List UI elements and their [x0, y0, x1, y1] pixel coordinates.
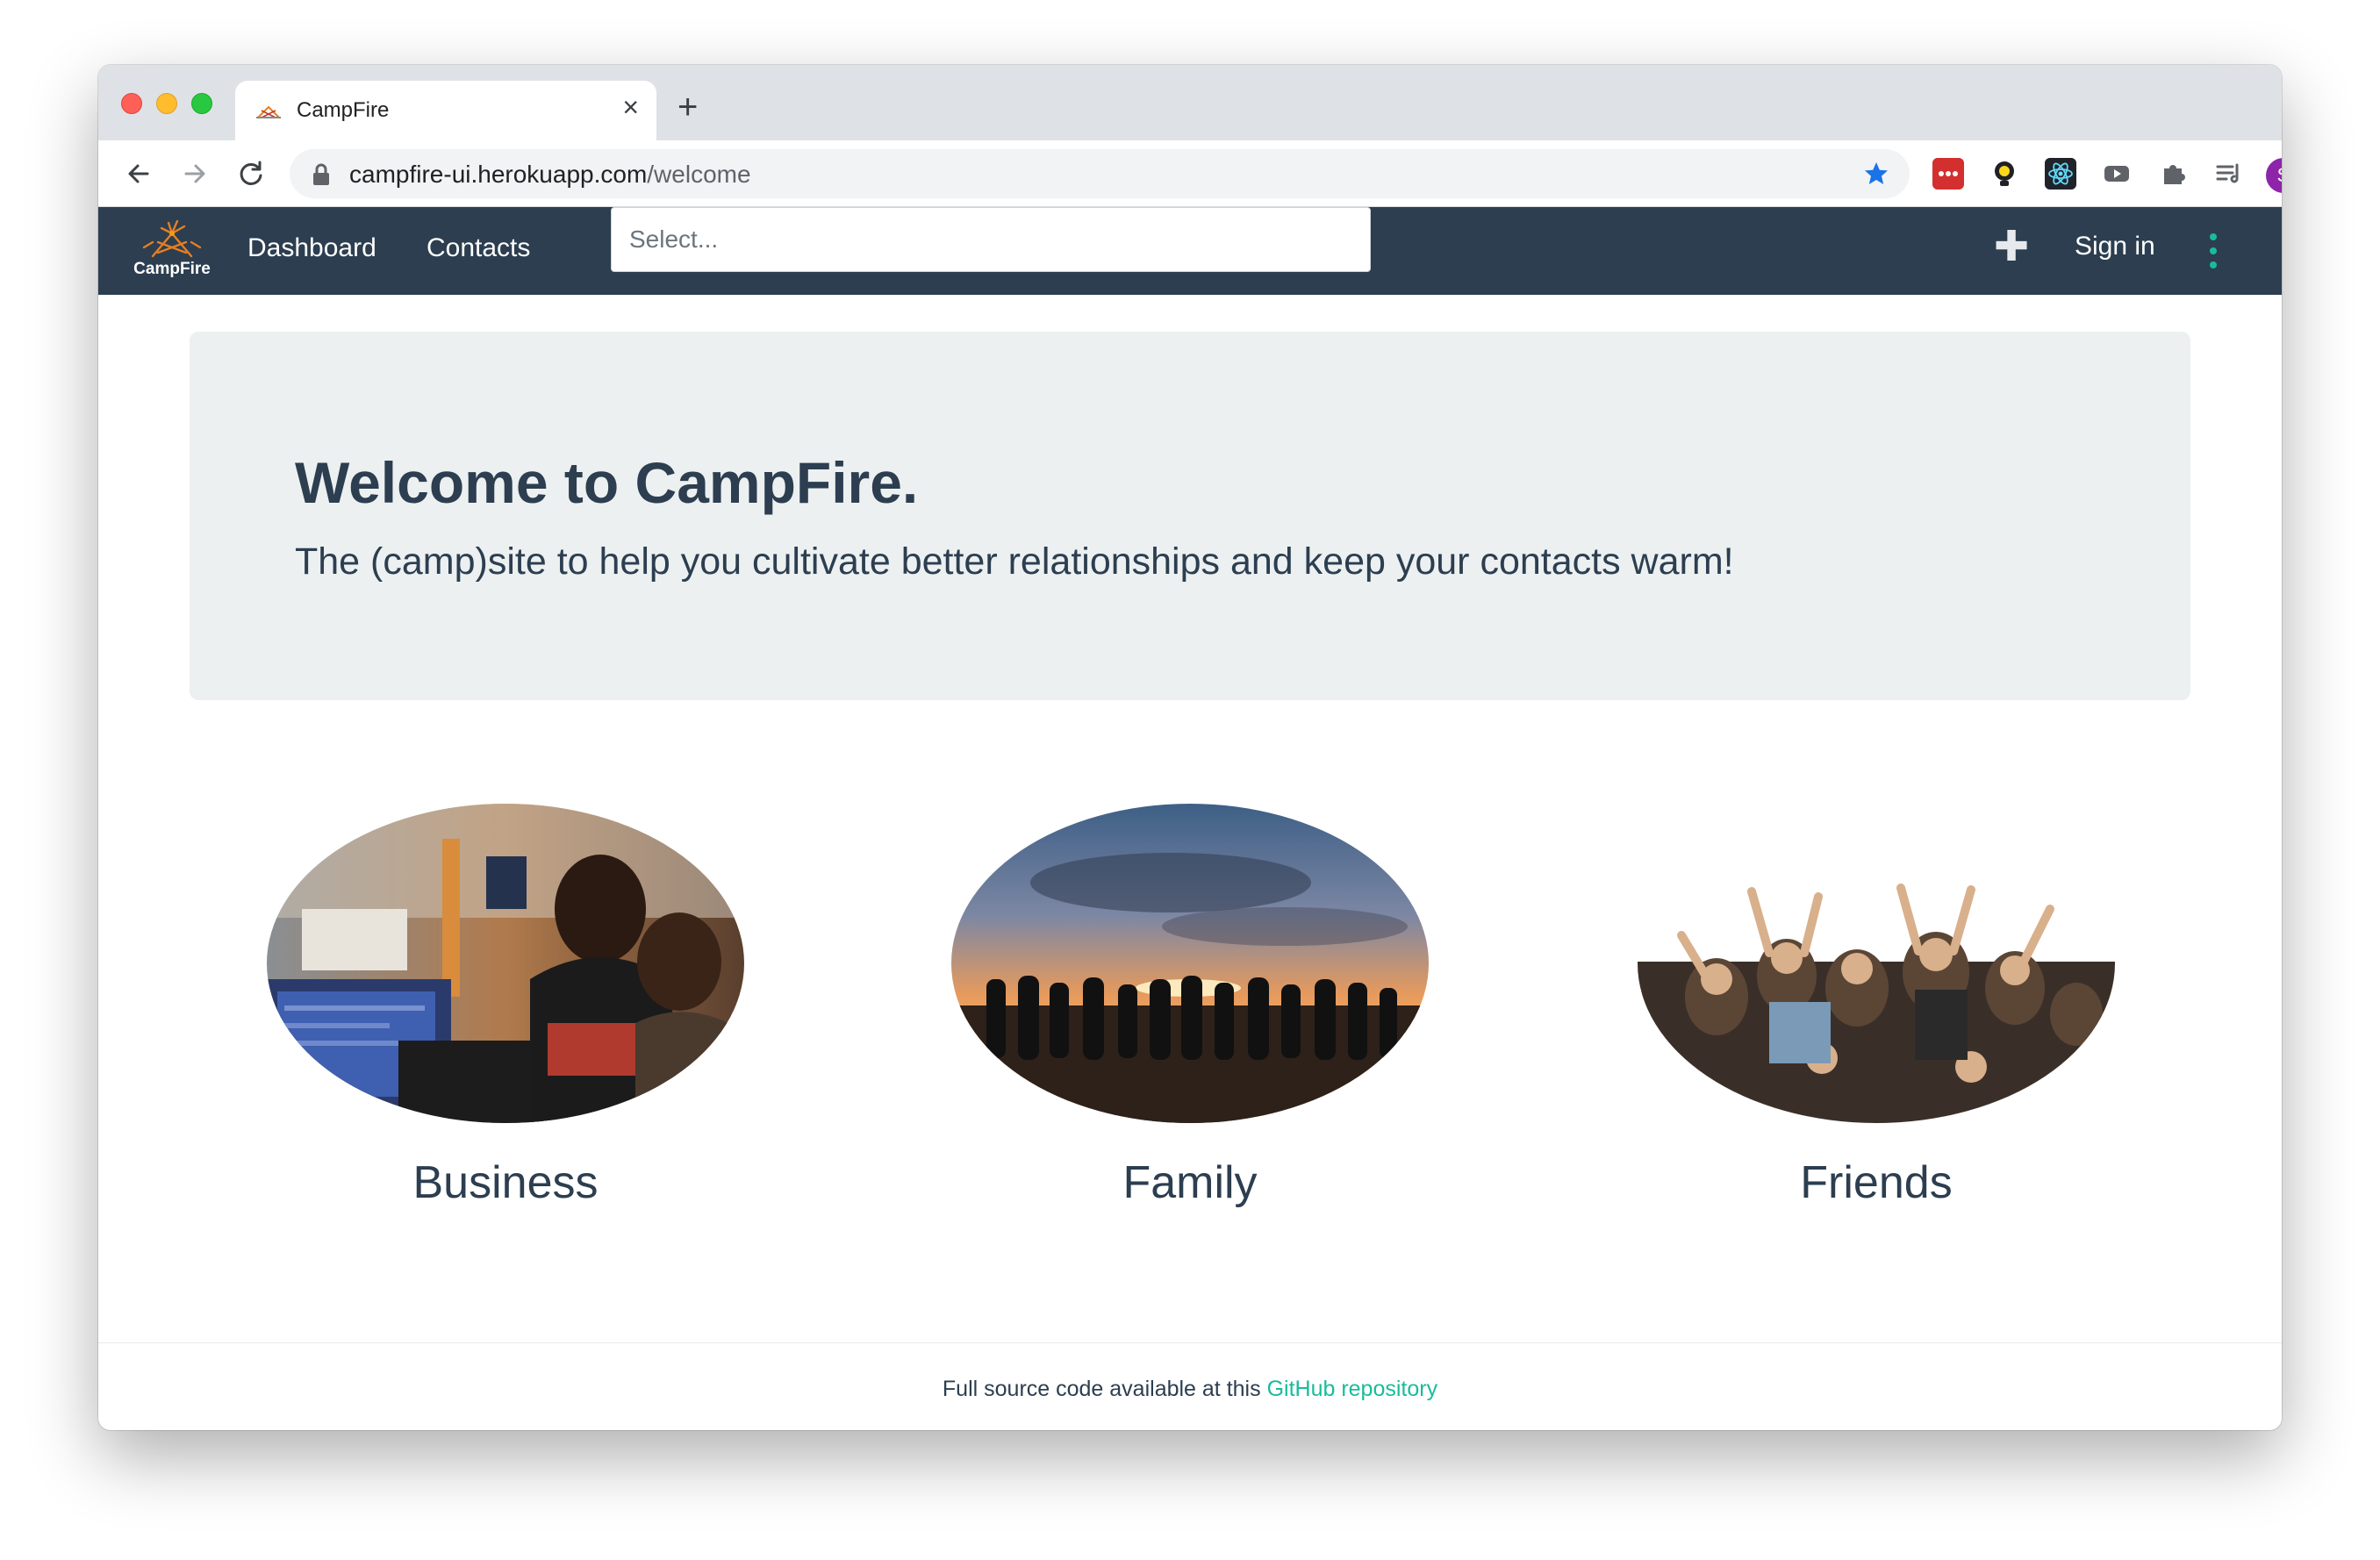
campfire-favicon-icon — [256, 105, 281, 118]
friends-photo — [1638, 804, 2115, 1123]
browser-window: CampFire × + campfire-ui.herokuapp.com/w… — [98, 65, 2282, 1430]
maximize-window-button[interactable] — [191, 93, 212, 114]
close-window-button[interactable] — [121, 93, 142, 114]
page-subtitle: The (camp)site to help you cultivate bet… — [295, 540, 1734, 583]
forward-arrow-icon[interactable] — [177, 156, 212, 191]
category-label: Friends — [1800, 1157, 1953, 1208]
browser-tab[interactable]: CampFire × — [235, 81, 656, 140]
new-tab-button[interactable]: + — [677, 89, 698, 125]
category-card-friends[interactable]: Friends — [1638, 804, 2115, 1209]
reload-icon[interactable] — [233, 156, 269, 191]
nav-dashboard-link[interactable]: Dashboard — [247, 233, 376, 263]
browser-toolbar: campfire-ui.herokuapp.com/welcome — [98, 140, 2282, 207]
footer-text: Full source code available at this GitHu… — [942, 1377, 1438, 1401]
sign-in-link[interactable]: Sign in — [2075, 232, 2155, 261]
youtube-icon[interactable] — [2101, 158, 2133, 190]
business-photo — [267, 804, 744, 1123]
add-contact-plus-icon[interactable]: ✚ — [1994, 226, 2029, 268]
url-text: campfire-ui.herokuapp.com/welcome — [349, 161, 751, 188]
brand-name: CampFire — [133, 260, 211, 278]
lastpass-icon[interactable] — [1932, 158, 1964, 190]
tab-title: CampFire — [297, 98, 390, 122]
campfire-logo-icon — [142, 219, 202, 258]
address-bar[interactable]: campfire-ui.herokuapp.com/welcome — [290, 149, 1910, 198]
profile-avatar[interactable]: S — [2266, 158, 2282, 193]
contact-search-select[interactable]: Select... — [611, 207, 1371, 272]
bookmark-star-icon[interactable] — [1862, 160, 1890, 188]
welcome-jumbotron: Welcome to CampFire. The (camp)site to h… — [190, 332, 2190, 700]
brand-logo[interactable]: CampFire — [126, 216, 218, 286]
lock-icon — [313, 163, 329, 185]
category-card-family[interactable]: Family — [951, 804, 1429, 1209]
minimize-window-button[interactable] — [156, 93, 177, 114]
lightbulb-icon[interactable] — [1989, 158, 2020, 190]
select-placeholder: Select... — [629, 225, 719, 253]
tab-strip: CampFire × + — [98, 65, 2282, 140]
family-photo — [951, 804, 1429, 1123]
page-footer: Full source code available at this GitHu… — [98, 1342, 2282, 1430]
react-devtools-icon[interactable] — [2045, 158, 2076, 190]
category-card-business[interactable]: Business — [267, 804, 744, 1209]
category-label: Business — [412, 1157, 599, 1208]
more-options-icon[interactable] — [2208, 232, 2219, 270]
tab-close-icon[interactable]: × — [622, 93, 639, 121]
page-title: Welcome to CampFire. — [295, 450, 919, 515]
back-arrow-icon[interactable] — [121, 156, 156, 191]
app-navbar: CampFire Dashboard Contacts Select... ✚ … — [98, 207, 2282, 295]
nav-contacts-link[interactable]: Contacts — [427, 233, 530, 263]
category-label: Family — [1122, 1157, 1258, 1208]
puzzle-icon[interactable] — [2157, 158, 2189, 190]
media-playlist-icon[interactable] — [2213, 158, 2245, 190]
github-repository-link[interactable]: GitHub repository — [1267, 1377, 1438, 1401]
